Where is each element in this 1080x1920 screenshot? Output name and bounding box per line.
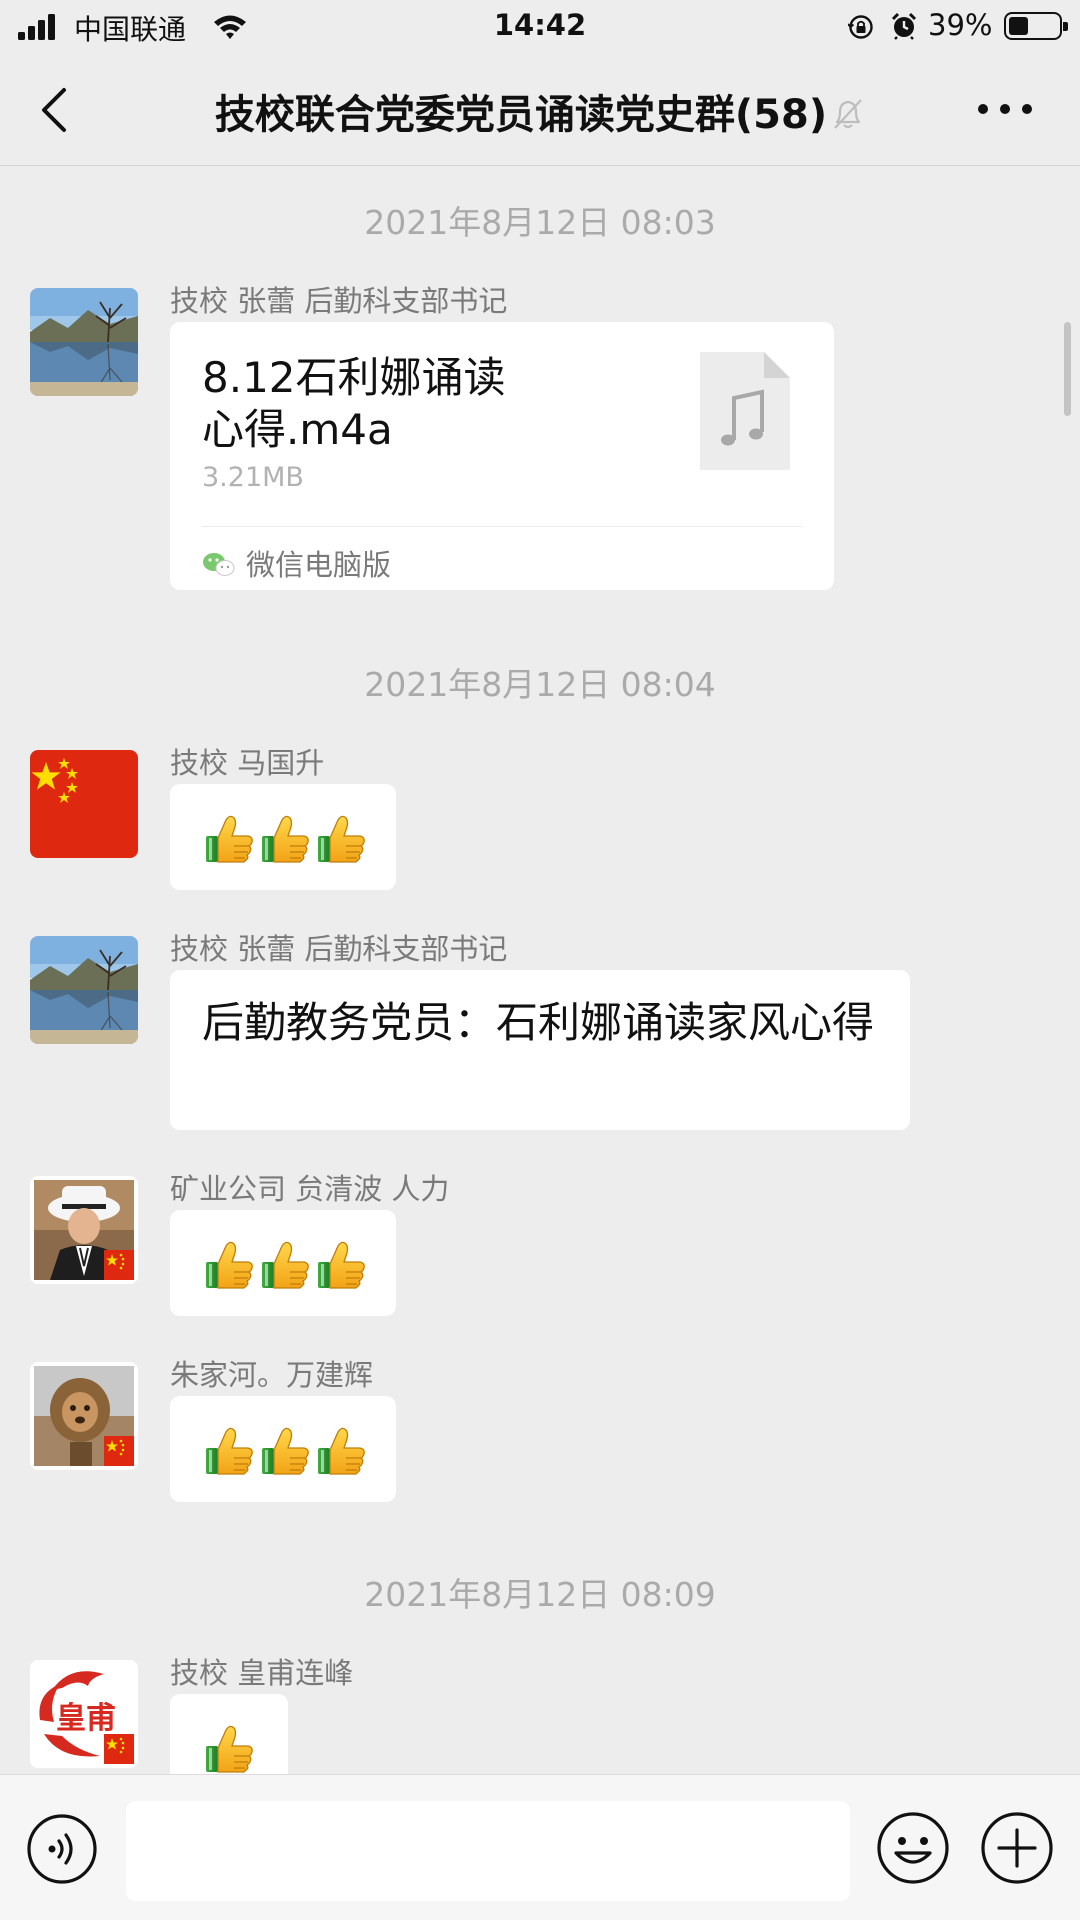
wechat-icon <box>203 553 235 576</box>
thumbs-up-icon <box>204 1426 254 1476</box>
group-name: 技校联合党委党员诵读党史群(58) <box>214 92 828 138</box>
sender-avatar[interactable]: 皇甫 <box>30 1660 138 1768</box>
plus-icon[interactable] <box>980 1811 1054 1885</box>
rotation-lock-icon <box>848 15 873 39</box>
thumbs-up-emoji-group <box>204 1240 372 1290</box>
chat-title: 技校联合党委党员诵读党史群(58) <box>140 82 940 138</box>
battery-fill <box>1009 17 1028 35</box>
message-text: 后勤教务党员：石利娜诵读家风心得 <box>202 998 875 1047</box>
emoji-message-bubble[interactable] <box>170 784 396 890</box>
sender-avatar[interactable] <box>30 1176 138 1284</box>
sender-name: 技校 皇甫连峰 <box>170 1656 354 1690</box>
thumbs-up-icon <box>316 1240 366 1290</box>
file-size: 3.21MB <box>202 462 304 493</box>
sender-avatar[interactable] <box>30 750 138 858</box>
text-message-bubble[interactable]: 后勤教务党员：石利娜诵读家风心得 <box>170 970 910 1130</box>
message-timestamp: 2021年8月12日 08:03 <box>364 203 716 242</box>
message-input[interactable] <box>126 1801 850 1901</box>
logo-text: 皇甫 <box>56 1701 116 1736</box>
thumbs-up-icon <box>260 1426 310 1476</box>
battery-percent: 39% <box>928 8 993 42</box>
music-note-icon <box>700 352 790 470</box>
thumbs-up-icon <box>316 1426 366 1476</box>
flag-badge-icon <box>104 1734 134 1764</box>
scrollbar[interactable] <box>1064 322 1071 416</box>
more-options-button[interactable] <box>978 94 1034 124</box>
message-input-bar <box>0 1774 1080 1920</box>
thumbs-up-icon <box>204 1724 254 1774</box>
file-name: 8.12石利娜诵读心得.m4a <box>202 353 506 454</box>
alarm-icon <box>891 12 917 40</box>
emoji-message-bubble[interactable] <box>170 1210 396 1316</box>
sender-name: 矿业公司 贠清波 人力 <box>170 1172 450 1206</box>
thumbs-up-emoji-group <box>204 814 372 864</box>
sender-avatar[interactable] <box>30 288 138 396</box>
thumbs-up-icon <box>204 814 254 864</box>
sender-name: 朱家河。万建辉 <box>170 1358 374 1392</box>
status-bar: 中国联通 14:42 39% <box>0 0 1080 54</box>
message-timestamp: 2021年8月12日 08:04 <box>364 665 716 704</box>
sender-name: 技校 张蕾 后勤科支部书记 <box>170 284 508 318</box>
thumbs-up-emoji-group <box>204 1724 260 1774</box>
emoji-message-bubble[interactable] <box>170 1396 396 1502</box>
voice-icon[interactable] <box>26 1813 98 1885</box>
flag-badge-icon <box>104 1250 134 1280</box>
thumbs-up-icon <box>260 1240 310 1290</box>
clock: 14:42 <box>493 8 587 42</box>
thumbs-up-icon <box>204 1240 254 1290</box>
sender-avatar[interactable] <box>30 1362 138 1470</box>
sender-name: 技校 张蕾 后勤科支部书记 <box>170 932 508 966</box>
back-icon[interactable] <box>30 84 80 136</box>
battery-icon <box>1004 12 1068 40</box>
thumbs-up-emoji-group <box>204 1426 372 1476</box>
message-timestamp: 2021年8月12日 08:09 <box>364 1575 716 1614</box>
flag-badge-icon <box>104 1436 134 1466</box>
sender-avatar[interactable] <box>30 936 138 1044</box>
sender-name: 技校 马国升 <box>170 746 325 780</box>
chat-header: 技校联合党委党员诵读党史群(58) <box>0 54 1080 166</box>
mute-notifications-icon <box>834 99 862 129</box>
file-message-card[interactable]: 8.12石利娜诵读心得.m4a 3.21MB 微信电脑版 <box>170 322 834 590</box>
emoji-icon[interactable] <box>876 1811 950 1885</box>
card-divider <box>202 526 802 527</box>
file-source-label: 微信电脑版 <box>246 548 392 582</box>
thumbs-up-icon <box>260 814 310 864</box>
thumbs-up-icon <box>316 814 366 864</box>
